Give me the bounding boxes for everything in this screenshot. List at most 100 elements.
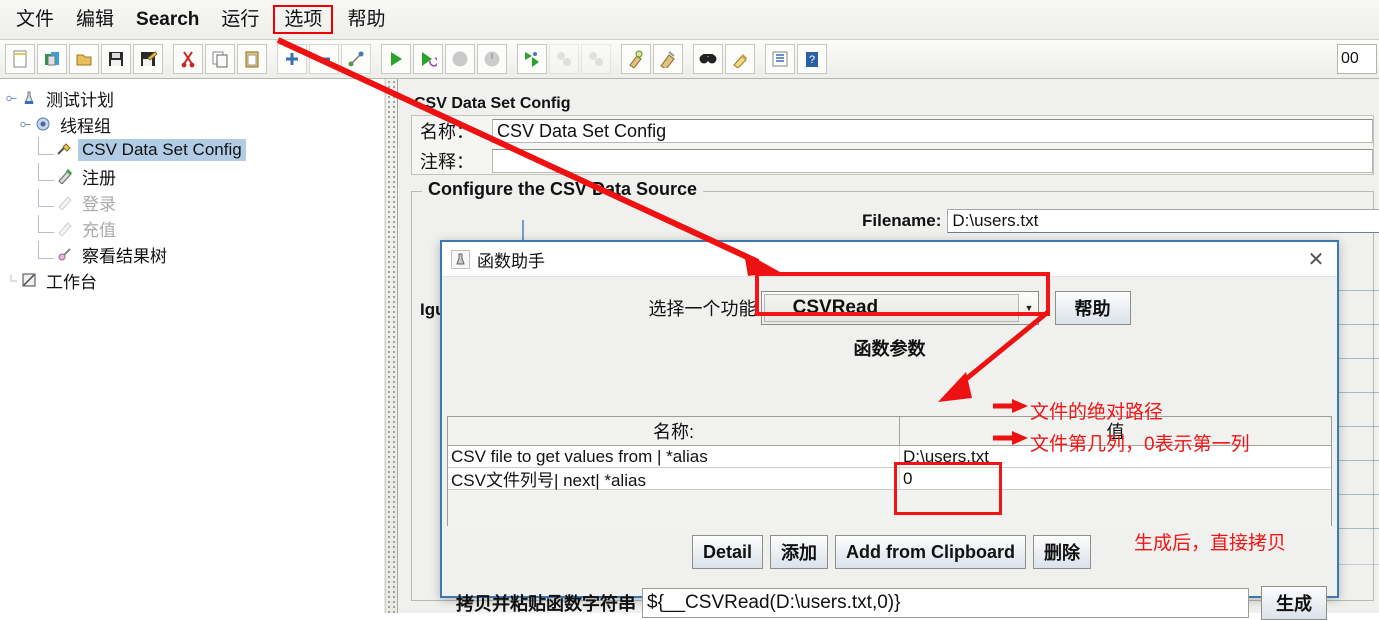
- panel-title: CSV Data Set Config: [414, 95, 571, 112]
- dialog-title-bar: 函数助手 ✕: [442, 242, 1337, 277]
- tree-guide: [6, 274, 17, 286]
- tree-node-label: 登录: [82, 194, 116, 214]
- table-empty-area: [448, 490, 1331, 529]
- sampler-icon: [55, 167, 75, 185]
- param-value-cell[interactable]: 0: [900, 468, 1331, 489]
- shutdown-icon[interactable]: [477, 44, 507, 74]
- tree-node-register[interactable]: 注册: [38, 163, 384, 189]
- tree-node-view-results-tree[interactable]: 察看结果树: [38, 241, 384, 267]
- remote-shutdown-all-icon[interactable]: [581, 44, 611, 74]
- tree-node-label: 测试计划: [46, 90, 114, 110]
- warning-counter[interactable]: 00: [1337, 44, 1377, 74]
- menu-item-help[interactable]: 帮助: [337, 6, 395, 34]
- annotation-note-path: 文件的绝对路径: [1030, 402, 1164, 423]
- open-icon[interactable]: [69, 44, 99, 74]
- generate-button[interactable]: 生成: [1261, 586, 1327, 620]
- cut-icon[interactable]: [173, 44, 203, 74]
- sampler-icon: [55, 219, 75, 237]
- tree-guide: [38, 215, 54, 233]
- select-function-row: 选择一个功能 __CSVRead ▼ 帮助: [442, 272, 1337, 339]
- comment-input[interactable]: [492, 149, 1373, 173]
- tree-node-workbench[interactable]: 工作台: [6, 267, 384, 293]
- view-results-icon: [55, 245, 75, 263]
- menu-item-edit[interactable]: 编辑: [66, 6, 124, 34]
- copy-icon[interactable]: [205, 44, 235, 74]
- tree-guide: [38, 163, 54, 181]
- menu-item-run[interactable]: 运行: [211, 6, 269, 34]
- function-select[interactable]: __CSVRead ▼: [760, 291, 1039, 325]
- expander-icon[interactable]: [20, 119, 31, 130]
- tree-node-label: 线程组: [60, 116, 111, 136]
- tree-node-test-plan[interactable]: 测试计划: [6, 85, 384, 111]
- workbench-icon: [19, 271, 39, 289]
- test-plan-tree-pane: 测试计划 线程组 CSV Data Set Config 注册 登录 充值 察看…: [0, 79, 385, 613]
- param-name-cell: CSV文件列号| next| *alias: [448, 468, 900, 490]
- tree-node-login[interactable]: 登录: [38, 189, 384, 215]
- start-no-pauses-icon[interactable]: [413, 44, 443, 74]
- split-pane-divider[interactable]: [385, 79, 398, 613]
- detail-button[interactable]: Detail: [691, 535, 764, 569]
- help-icon[interactable]: ?: [797, 44, 827, 74]
- test-plan-icon: [19, 89, 39, 107]
- tree-node-csv-data-set-config[interactable]: CSV Data Set Config: [38, 137, 384, 163]
- close-icon[interactable]: ✕: [1301, 246, 1331, 272]
- select-function-label: 选择一个功能: [648, 299, 757, 319]
- name-input[interactable]: CSV Data Set Config: [492, 119, 1373, 143]
- chevron-down-icon[interactable]: ▼: [1021, 292, 1038, 324]
- tree-node-label: 察看结果树: [82, 246, 167, 266]
- toolbar: ? 00: [0, 40, 1379, 79]
- expand-all-icon[interactable]: [277, 44, 307, 74]
- tree-node-label: 充值: [82, 220, 116, 240]
- remote-start-all-icon[interactable]: [517, 44, 547, 74]
- csv-config-icon: [55, 141, 75, 159]
- tree-node-label: 工作台: [46, 272, 97, 292]
- filename-label: Filename:: [862, 211, 942, 230]
- tree-node-label: 注册: [82, 168, 116, 188]
- function-string-row: 拷贝并粘贴函数字符串 ${__CSVRead(D:\users.txt,0)} …: [442, 586, 1341, 620]
- save-as-icon[interactable]: [133, 44, 163, 74]
- search-icon[interactable]: [693, 44, 723, 74]
- tree-node-label: CSV Data Set Config: [78, 139, 246, 161]
- function-helper-icon[interactable]: [765, 44, 795, 74]
- save-icon[interactable]: [101, 44, 131, 74]
- sampler-icon: [55, 193, 75, 211]
- menu-item-file[interactable]: 文件: [6, 6, 64, 34]
- reset-search-icon[interactable]: [725, 44, 755, 74]
- clear-icon[interactable]: [621, 44, 651, 74]
- expander-icon[interactable]: [6, 93, 17, 104]
- stop-icon[interactable]: [445, 44, 475, 74]
- templates-icon[interactable]: [37, 44, 67, 74]
- clear-all-icon[interactable]: [653, 44, 683, 74]
- tree-guide: [38, 189, 54, 207]
- remote-stop-all-icon[interactable]: [549, 44, 579, 74]
- comment-label: 注释：: [420, 152, 474, 172]
- function-string-label: 拷贝并粘贴函数字符串: [456, 594, 636, 614]
- add-button[interactable]: 添加: [770, 535, 829, 569]
- group-title: Configure the CSV Data Source: [422, 179, 704, 200]
- filename-input[interactable]: D:\users.txt: [947, 209, 1379, 233]
- toggle-icon[interactable]: [341, 44, 371, 74]
- dialog-title: 函数助手: [477, 251, 545, 271]
- name-comment-box: 名称： CSV Data Set Config 注释：: [411, 115, 1374, 175]
- tree-node-thread-group[interactable]: 线程组: [20, 111, 384, 137]
- menu-item-search[interactable]: Search: [126, 6, 209, 34]
- function-select-value: __CSVRead: [763, 294, 1019, 322]
- tree-guide: [38, 137, 54, 155]
- new-icon[interactable]: [5, 44, 35, 74]
- tree-node-recharge[interactable]: 充值: [38, 215, 384, 241]
- delete-button[interactable]: 删除: [1033, 535, 1092, 569]
- paste-icon[interactable]: [237, 44, 267, 74]
- collapse-all-icon[interactable]: [309, 44, 339, 74]
- svg-text:?: ?: [809, 54, 815, 66]
- column-header-name: 名称:: [448, 417, 900, 445]
- tree-guide: [38, 241, 54, 259]
- add-from-clipboard-button[interactable]: Add from Clipboard: [835, 535, 1027, 569]
- start-icon[interactable]: [381, 44, 411, 74]
- table-row[interactable]: CSV文件列号| next| *alias 0: [448, 468, 1331, 490]
- annotation-note-column: 文件第几列，0表示第一列: [1030, 434, 1250, 455]
- help-button[interactable]: 帮助: [1054, 291, 1131, 325]
- test-plan-tree: 测试计划 线程组 CSV Data Set Config 注册 登录 充值 察看…: [0, 79, 384, 293]
- menu-item-options[interactable]: 选项: [273, 4, 334, 35]
- thread-group-icon: [33, 115, 53, 133]
- function-string-input[interactable]: ${__CSVRead(D:\users.txt,0)}: [642, 588, 1249, 618]
